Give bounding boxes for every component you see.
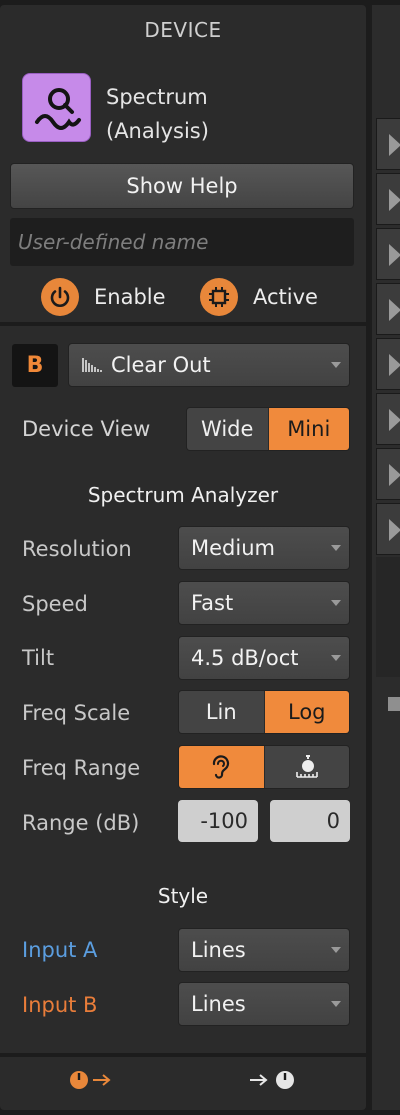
freq-scale-lin-option[interactable]: Lin [179,691,264,733]
tilt-label: Tilt [22,646,55,670]
enable-label: Enable [94,285,166,309]
input-routing-icon[interactable] [68,1068,118,1092]
resolution-dropdown[interactable]: Medium [178,526,350,570]
device-view-label: Device View [22,417,151,441]
play-triangle-icon [389,354,400,376]
speed-value: Fast [191,591,234,615]
play-triangle-icon [389,244,400,266]
freq-scale-log-option[interactable]: Log [263,691,349,733]
input-a-style-dropdown[interactable]: Lines [178,928,350,972]
spectrum-analyzer-title: Spectrum Analyzer [87,483,279,507]
input-b-style-value: Lines [191,992,246,1016]
range-min-field[interactable]: -100 [178,800,258,842]
expand-button[interactable] [376,393,400,445]
chevron-down-icon [331,947,341,953]
waveform-icon [82,358,102,372]
device-view-mini-option[interactable]: Mini [267,408,349,450]
footer-divider [0,1053,366,1057]
device-name-line2: (Analysis) [106,119,209,143]
expand-button[interactable] [376,228,400,280]
expand-button[interactable] [376,338,400,390]
user-defined-name-field[interactable] [10,218,354,266]
preset-badge[interactable]: B [12,344,58,387]
freq-range-label: Freq Range [22,756,141,780]
device-name-line1: Spectrum [106,85,208,109]
device-view-toggle: Wide Mini [186,407,350,451]
chevron-down-icon [331,362,341,368]
expand-button[interactable] [376,448,400,500]
output-routing-icon[interactable] [248,1068,298,1092]
play-triangle-icon [389,519,400,541]
expand-button[interactable] [376,118,400,170]
input-a-style-value: Lines [191,938,246,962]
power-icon[interactable] [41,278,79,316]
device-view-wide-option[interactable]: Wide [187,408,268,450]
expand-button[interactable] [376,503,400,555]
chevron-down-icon [331,545,341,551]
neighbor-panel-dark-area [376,557,400,677]
input-a-label: Input A [22,938,98,962]
spectrum-analysis-icon [22,73,91,142]
tilt-dropdown[interactable]: 4.5 dB/oct [178,636,350,680]
chevron-down-icon [331,600,341,606]
custom-range-icon[interactable] [263,746,349,788]
preset-name: Clear Out [111,353,211,377]
stop-square-icon[interactable] [388,697,400,711]
speed-label: Speed [22,592,88,616]
style-title: Style [157,884,209,908]
section-divider [0,322,366,326]
ear-icon[interactable] [179,746,264,788]
input-b-style-dropdown[interactable]: Lines [178,982,350,1026]
freq-scale-label: Freq Scale [22,701,131,725]
preset-dropdown[interactable]: Clear Out [68,343,350,387]
resolution-value: Medium [191,536,275,560]
input-b-label: Input B [22,993,98,1017]
chip-icon[interactable] [200,278,238,316]
chevron-down-icon [331,1001,341,1007]
play-triangle-icon [389,409,400,431]
expand-button[interactable] [376,283,400,335]
panel-header: DEVICE [144,18,222,42]
freq-range-toggle [178,745,350,789]
device-name: Spectrum (Analysis) [106,80,209,148]
expand-button[interactable] [376,173,400,225]
range-max-field[interactable]: 0 [270,800,350,842]
play-triangle-icon [389,134,400,156]
range-db-label: Range (dB) [22,811,140,835]
play-triangle-icon [389,299,400,321]
active-label: Active [253,285,318,309]
show-help-button[interactable]: Show Help [10,163,354,209]
play-triangle-icon [389,189,400,211]
freq-scale-toggle: Lin Log [178,690,350,734]
play-triangle-icon [389,464,400,486]
resolution-label: Resolution [22,537,132,561]
speed-dropdown[interactable]: Fast [178,581,350,625]
chevron-down-icon [331,655,341,661]
tilt-value: 4.5 dB/oct [191,646,299,670]
